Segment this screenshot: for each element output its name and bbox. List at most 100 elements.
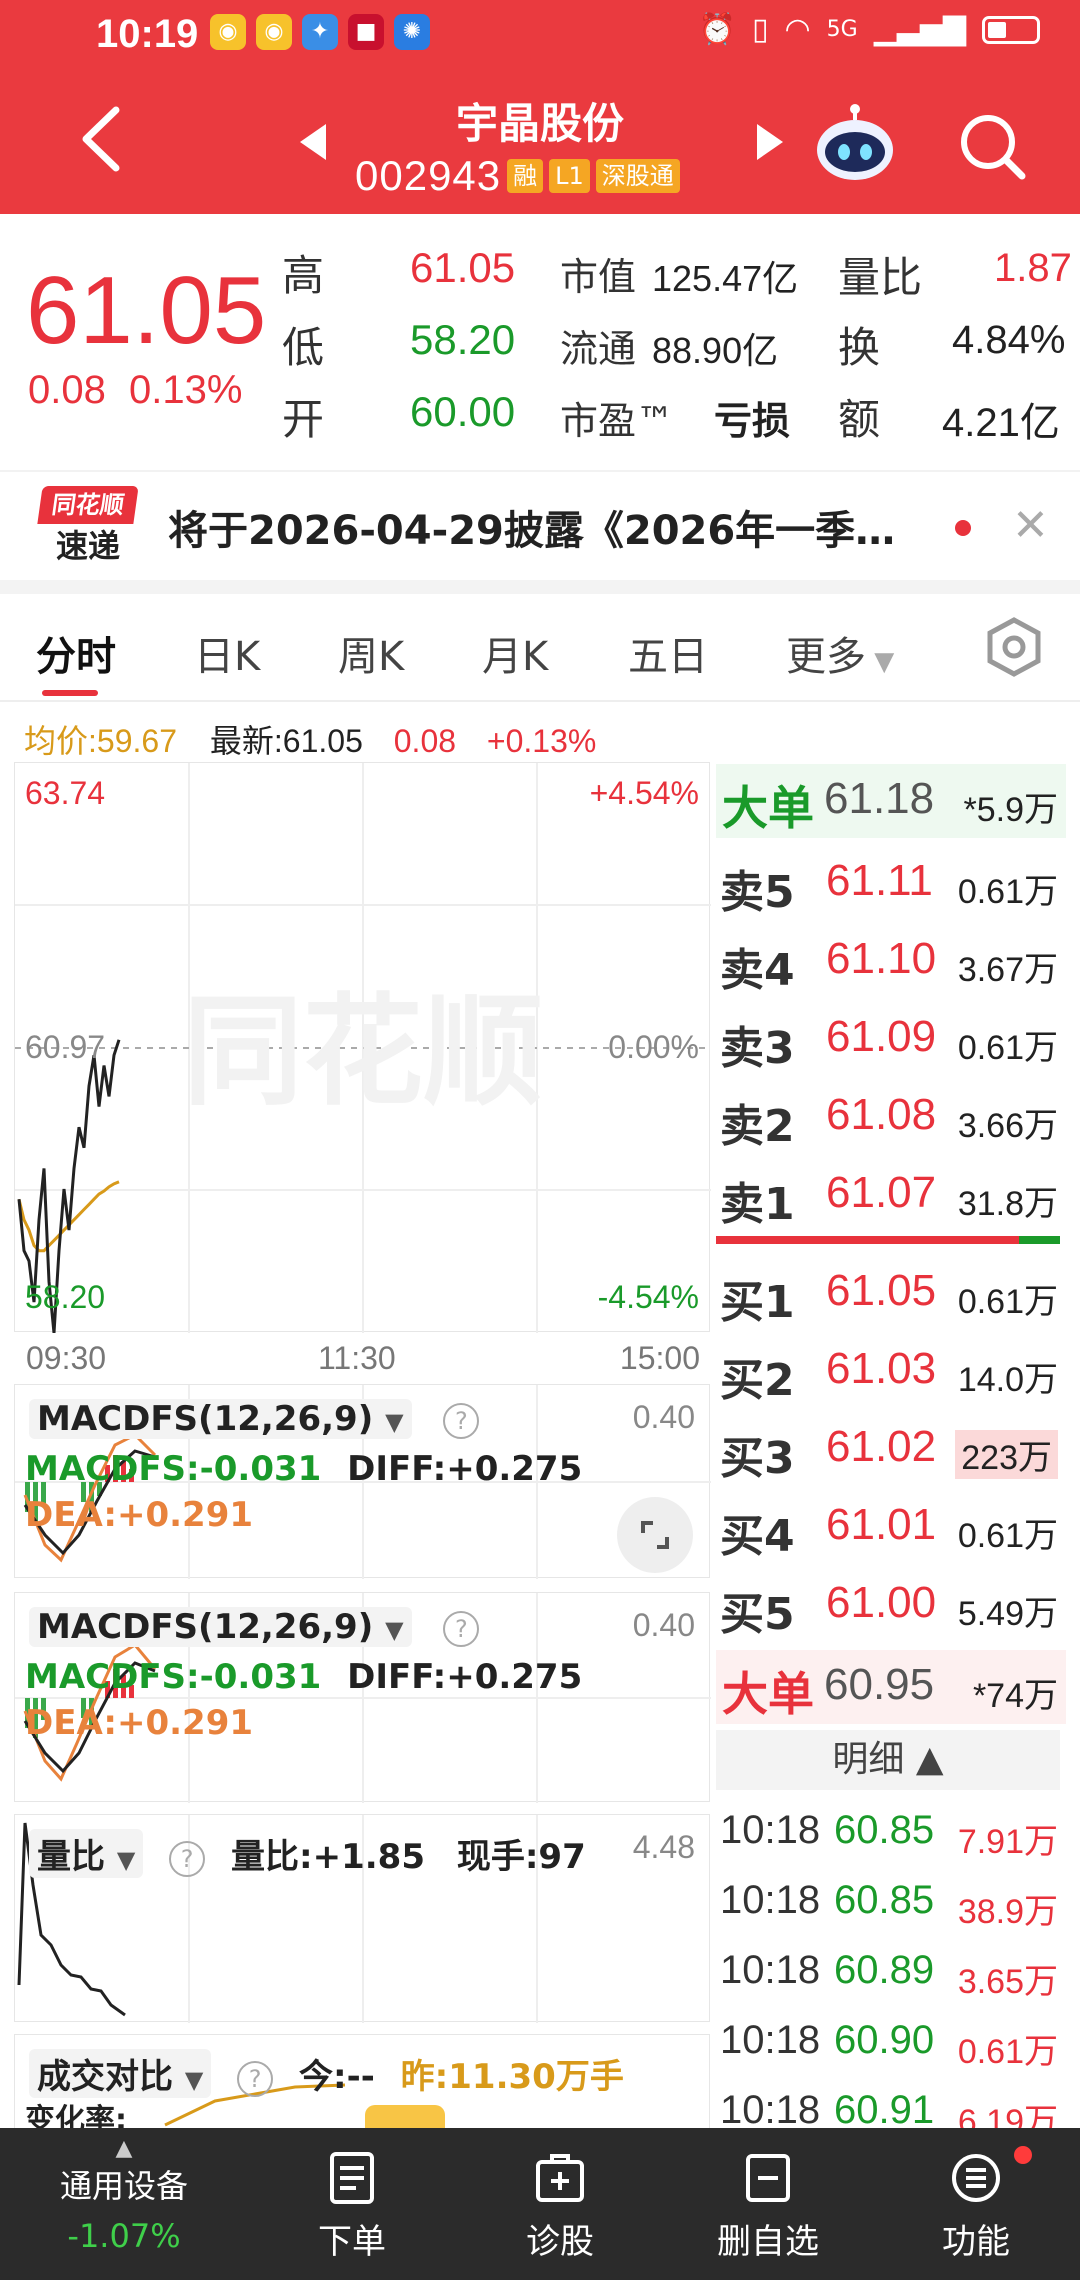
macd-max: 0.40 bbox=[632, 1399, 695, 1435]
big-order-top[interactable]: 大单 61.18 *5.9万 bbox=[716, 764, 1066, 838]
chart-tabs: 分时 日K 周K 月K 五日 更多 ▼ bbox=[0, 594, 1080, 702]
trade-compare-panel[interactable]: 成交对比 ▼ ? 今:-- 昨:11.30万手 变化率: bbox=[14, 2034, 710, 2128]
tab-weekly-k[interactable]: 周K bbox=[338, 624, 404, 682]
ask-row[interactable]: 卖2 61.08 3.66万 bbox=[716, 1080, 1066, 1156]
bid-row[interactable]: 买3 61.02 223万 bbox=[716, 1412, 1066, 1488]
macd-selector[interactable]: MACDFS(12,26,9) ▼ bbox=[29, 1399, 412, 1439]
tab-monthly-k[interactable]: 月K bbox=[482, 624, 548, 682]
macd-header-2: MACDFS(12,26,9) ▼ ? bbox=[29, 1607, 480, 1647]
ask-volume: 3.66万 bbox=[957, 1107, 1058, 1145]
help-icon[interactable]: ? bbox=[169, 1840, 206, 1877]
tick-time: 10:18 bbox=[720, 2018, 821, 2062]
macd-values-2: MACDFS:-0.031 DIFF:+0.275 bbox=[25, 1657, 583, 1697]
bid-row[interactable]: 买2 61.03 14.0万 bbox=[716, 1334, 1066, 1410]
ask-row[interactable]: 卖3 61.09 0.61万 bbox=[716, 1002, 1066, 1078]
pct-min-label: -4.54% bbox=[597, 1279, 699, 1315]
ask-price: 61.09 bbox=[826, 1012, 937, 1061]
nav-diagnose[interactable]: 诊股 bbox=[480, 2150, 640, 2263]
help-icon[interactable]: ? bbox=[443, 1402, 480, 1439]
macd-selector-2[interactable]: MACDFS(12,26,9) ▼ bbox=[29, 1607, 412, 1647]
bid-volume: 14.0万 bbox=[957, 1361, 1058, 1399]
nav-order[interactable]: 下单 bbox=[272, 2150, 432, 2263]
next-stock-icon[interactable] bbox=[755, 122, 785, 162]
sector-index[interactable]: ▲ 通用设备 -1.07% bbox=[44, 2136, 204, 2255]
settings-hexagon-icon[interactable] bbox=[984, 616, 1044, 678]
popup-tab[interactable] bbox=[365, 2105, 445, 2128]
tick-volume: 7.91万 bbox=[957, 1823, 1058, 1861]
bid-level: 买2 bbox=[720, 1355, 795, 1406]
close-icon[interactable]: ✕ bbox=[1012, 500, 1049, 551]
ask-row[interactable]: 卖1 61.07 31.8万 bbox=[716, 1158, 1066, 1234]
bid-row[interactable]: 买5 61.00 5.49万 bbox=[716, 1568, 1066, 1644]
big-order-bottom[interactable]: 大单 60.95 *74万 bbox=[716, 1650, 1066, 1724]
section-divider bbox=[0, 580, 1080, 594]
expand-icon[interactable] bbox=[617, 1497, 693, 1573]
ask-level: 卖2 bbox=[720, 1101, 795, 1152]
nav-functions[interactable]: 功能 bbox=[896, 2146, 1056, 2263]
trade-tick-row: 10:18 60.85 38.9万 bbox=[716, 1868, 1066, 1938]
help-icon[interactable]: ? bbox=[443, 1610, 480, 1647]
ask-price: 61.11 bbox=[826, 856, 933, 905]
avg-label: 均价: bbox=[24, 723, 97, 759]
bid-row[interactable]: 买4 61.01 0.61万 bbox=[716, 1490, 1066, 1566]
bid-volume: 5.49万 bbox=[957, 1595, 1058, 1633]
detail-toggle[interactable]: 明细 ▲ bbox=[716, 1730, 1060, 1790]
last-pct: +0.13% bbox=[486, 723, 597, 759]
ask-price: 61.10 bbox=[826, 934, 937, 983]
connect-tag: 深股通 bbox=[595, 159, 680, 193]
volume-ratio-panel[interactable]: 量比 ▼ ? 量比:+1.85 现手:97 4.48 bbox=[14, 1814, 710, 2023]
bid-row[interactable]: 买1 61.05 0.61万 bbox=[716, 1256, 1066, 1332]
network-type: 5G bbox=[826, 17, 858, 42]
tab-more[interactable]: 更多 ▼ bbox=[786, 624, 894, 682]
news-text[interactable]: 将于2026-04-29披露《2026年一季… bbox=[168, 498, 895, 556]
trade-tick-row: 10:18 60.85 7.91万 bbox=[716, 1798, 1066, 1868]
signal-icon: ▁▃▅▇ bbox=[873, 12, 966, 47]
bottom-nav: ▲ 通用设备 -1.07% 下单 诊股 删自选 功能 bbox=[0, 2128, 1080, 2280]
x-end-label: 15:00 bbox=[619, 1340, 700, 1376]
system-icons: ⏰ ▯ ◠ 5G ▁▃▅▇ bbox=[699, 12, 1040, 47]
active-tab-indicator bbox=[42, 690, 98, 696]
ask-row[interactable]: 卖5 61.11 0.61万 bbox=[716, 846, 1066, 922]
macd-panel[interactable]: MACDFS(12,26,9) ▼ ? MACDFS:-0.031 DIFF:+… bbox=[14, 1384, 711, 1579]
tab-intraday[interactable]: 分时 bbox=[36, 624, 116, 682]
bid-level: 买5 bbox=[720, 1589, 795, 1640]
pct-max-label: +4.54% bbox=[589, 775, 699, 811]
bid-price: 61.05 bbox=[826, 1266, 937, 1315]
tick-volume: 38.9万 bbox=[957, 1893, 1058, 1931]
help-icon[interactable]: ? bbox=[237, 2060, 274, 2097]
weibo-icon: ◉ bbox=[256, 14, 292, 50]
tick-volume: 0.61万 bbox=[957, 2033, 1058, 2071]
ths-express-logo: 同花顺 速递 bbox=[37, 486, 139, 568]
low-label: 低 bbox=[282, 323, 325, 372]
compare-selector[interactable]: 成交对比 ▼ bbox=[29, 2049, 212, 2098]
ask-level: 卖3 bbox=[720, 1023, 795, 1074]
macd-values: MACDFS:-0.031 DIFF:+0.275 bbox=[25, 1449, 583, 1489]
tick-time: 10:18 bbox=[720, 2088, 821, 2132]
margin-tag: 融 bbox=[507, 159, 544, 193]
high-value: 61.05 bbox=[410, 244, 516, 291]
ask-row[interactable]: 卖4 61.10 3.67万 bbox=[716, 924, 1066, 1000]
mcap-value: 125.47亿 bbox=[652, 258, 799, 299]
vr-selector[interactable]: 量比 ▼ bbox=[29, 1829, 144, 1878]
news-banner[interactable]: 同花顺 速递 将于2026-04-29披露《2026年一季… ✕ bbox=[0, 470, 1080, 578]
price-change: 0.08 0.13% bbox=[28, 368, 242, 413]
amount-value: 4.21亿 bbox=[942, 401, 1060, 445]
stock-code-row: 002943 融 L1 深股通 bbox=[355, 152, 680, 200]
bid-volume: 0.61万 bbox=[957, 1517, 1058, 1555]
tick-time: 10:18 bbox=[720, 1948, 821, 1992]
turnover-label: 换 bbox=[838, 323, 881, 372]
dropdown-icon: ▼ bbox=[116, 1846, 136, 1874]
tab-daily-k[interactable]: 日K bbox=[194, 624, 260, 682]
search-icon[interactable] bbox=[956, 110, 1028, 182]
ask-volume: 0.61万 bbox=[957, 1029, 1058, 1067]
last-change: 0.08 bbox=[393, 723, 457, 759]
tab-five-day[interactable]: 五日 bbox=[628, 624, 708, 682]
macd-panel-2[interactable]: MACDFS(12,26,9) ▼ ? MACDFS:-0.031 DIFF:+… bbox=[14, 1592, 711, 1803]
yesterday-volume: 昨:11.30万手 bbox=[400, 2057, 624, 2097]
intraday-chart[interactable]: 同花顺 63.74 60.97 58.20 +4.54% 0.00% -4.54… bbox=[14, 762, 711, 1333]
robot-assistant-icon[interactable] bbox=[812, 102, 898, 188]
notification-dot bbox=[1014, 2146, 1032, 2164]
amount-label: 额 bbox=[838, 395, 881, 444]
order-book: 大单 61.18 *5.9万 卖5 61.11 0.61万 卖4 61.10 3.67万卖… bbox=[716, 762, 1066, 2141]
nav-remove-watchlist[interactable]: 删自选 bbox=[688, 2150, 848, 2263]
